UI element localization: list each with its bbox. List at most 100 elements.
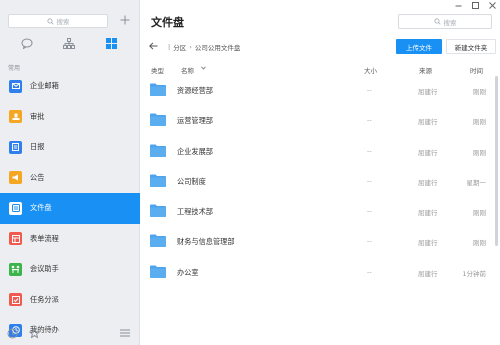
folder-icon — [150, 204, 166, 218]
column-type[interactable]: 类型 — [151, 65, 164, 75]
folder-icon — [150, 174, 166, 187]
menu-icon — [120, 329, 130, 337]
file-name: 运营管理部 — [177, 116, 213, 126]
breadcrumb-item-current[interactable]: 公司公用文件盘 — [195, 42, 241, 52]
chevron-right-icon: › — [189, 43, 192, 51]
sidebar-search-placeholder: 搜索 — [56, 18, 70, 26]
close-icon — [488, 1, 496, 9]
file-size: -- — [367, 176, 372, 185]
sort-down-icon[interactable] — [201, 64, 206, 72]
file-name: 财务与信息管理部 — [177, 237, 235, 247]
sidebar-tabs — [0, 35, 140, 51]
file-search-placeholder: 搜索 — [443, 18, 457, 27]
maximize-icon — [471, 1, 479, 9]
table-row[interactable]: 公司制度 -- 屈建行 星期一 — [141, 167, 500, 197]
folder-icon — [150, 144, 166, 157]
sidebar-item-task[interactable]: 任务分派 — [0, 285, 140, 316]
minimize-icon — [455, 5, 461, 6]
upload-file-button[interactable]: 上传文件 — [396, 39, 442, 54]
sidebar-item-file-disk[interactable]: 文件盘 — [0, 193, 140, 224]
file-source: 屈建行 — [418, 239, 438, 248]
table-row[interactable]: 运营管理部 -- 屈建行 刚刚 — [141, 106, 500, 136]
arrow-left-icon — [149, 42, 158, 50]
scrollbar[interactable] — [495, 76, 498, 246]
file-source: 屈建行 — [418, 178, 438, 187]
report-icon — [9, 140, 22, 154]
sidebar-item-approval[interactable]: 审批 — [0, 102, 140, 133]
column-time[interactable]: 时间 — [470, 65, 483, 75]
sidebar-item-label: 会议助手 — [30, 264, 59, 274]
sidebar-item-label: 公告 — [30, 172, 45, 182]
window-controls — [454, 1, 496, 9]
tab-messages[interactable] — [19, 35, 35, 51]
breadcrumb-separator: | — [168, 43, 171, 51]
file-time: 刚刚 — [473, 239, 486, 248]
favorites-button[interactable] — [27, 326, 41, 340]
table-header: 类型 名称 大小 来源 时间 — [141, 64, 500, 76]
file-time: 刚刚 — [473, 118, 486, 127]
table-row[interactable]: 财务与信息管理部 -- 屈建行 刚刚 — [141, 227, 500, 257]
tab-organization[interactable] — [61, 35, 77, 51]
back-button[interactable] — [149, 42, 158, 52]
search-icon — [433, 18, 441, 25]
file-source: 屈建行 — [418, 118, 438, 127]
sidebar-item-label: 审批 — [30, 111, 45, 121]
file-size: -- — [367, 207, 372, 216]
history-button[interactable] — [5, 326, 19, 340]
chat-icon — [21, 38, 33, 49]
announcement-icon — [9, 171, 22, 185]
sidebar-item-mail[interactable]: 企业邮箱 — [0, 71, 140, 102]
new-folder-button[interactable]: 新建文件夹 — [446, 39, 496, 54]
close-button[interactable] — [488, 1, 496, 9]
folder-icon — [150, 265, 166, 278]
file-size: -- — [367, 86, 372, 94]
grid-icon — [105, 37, 117, 49]
disk-icon — [9, 201, 22, 215]
file-name: 工程技术部 — [177, 207, 213, 217]
file-name: 资源经营部 — [177, 86, 213, 95]
org-chart-icon — [63, 37, 75, 49]
column-size[interactable]: 大小 — [364, 65, 377, 75]
sidebar-item-label: 企业邮箱 — [30, 81, 59, 91]
file-size: -- — [367, 237, 372, 246]
file-size: -- — [367, 267, 372, 276]
file-search-input[interactable]: 搜索 — [398, 14, 492, 29]
sidebar-item-label: 文件盘 — [30, 203, 52, 213]
table-row[interactable]: 企业发展部 -- 屈建行 刚刚 — [141, 137, 500, 167]
maximize-button[interactable] — [471, 1, 479, 9]
task-icon — [9, 293, 22, 307]
sidebar-item-announcement[interactable]: 公告 — [0, 163, 140, 194]
sidebar-item-form-flow[interactable]: 表单流程 — [0, 224, 140, 255]
file-name: 办公室 — [177, 267, 199, 277]
file-source: 屈建行 — [418, 269, 438, 278]
table-row[interactable]: 工程技术部 -- 屈建行 刚刚 — [141, 197, 500, 227]
table-row[interactable]: 办公室 -- 屈建行 1分钟前 — [141, 258, 500, 288]
menu-button[interactable] — [118, 326, 132, 340]
sidebar-item-meeting[interactable]: 会议助手 — [0, 254, 140, 285]
table-row[interactable]: 资源经营部 -- 屈建行 刚刚 — [141, 76, 500, 106]
sidebar-list: 企业邮箱 审批 日报 公告 文件盘 表单流程 会议助手 任务分派 我的待办 — [0, 71, 140, 345]
column-name[interactable]: 名称 — [181, 65, 194, 75]
tab-workbench[interactable] — [103, 35, 119, 51]
file-source: 屈建行 — [418, 88, 438, 96]
toolbar: | 分区 › 公司公用文件盘 上传文件 新建文件夹 — [141, 39, 500, 55]
approval-icon — [9, 110, 22, 124]
minimize-button[interactable] — [454, 1, 462, 9]
sidebar-search-input[interactable]: 搜索 — [8, 14, 108, 28]
search-icon — [46, 17, 54, 25]
file-source: 屈建行 — [418, 148, 438, 157]
file-time: 星期一 — [466, 178, 487, 187]
sidebar-item-daily-report[interactable]: 日报 — [0, 132, 140, 163]
sidebar: 搜索 常用 企业邮箱 审批 日报 公告 文件盘 表单流程 会议助手 任务分派 我… — [0, 0, 140, 345]
plus-icon — [120, 15, 130, 25]
breadcrumb-item-partition[interactable]: 分区 — [173, 42, 186, 52]
form-icon — [9, 232, 22, 246]
breadcrumb: | 分区 › 公司公用文件盘 — [165, 42, 240, 52]
folder-icon — [150, 113, 166, 127]
meeting-icon — [9, 262, 22, 276]
main-panel: 文件盘 搜索 | 分区 › 公司公用文件盘 上传文件 新建文件夹 类型 名称 大… — [141, 0, 500, 345]
column-source[interactable]: 来源 — [419, 65, 432, 75]
add-button[interactable] — [118, 13, 132, 27]
sidebar-footer — [0, 321, 140, 345]
file-name: 公司制度 — [177, 176, 206, 186]
